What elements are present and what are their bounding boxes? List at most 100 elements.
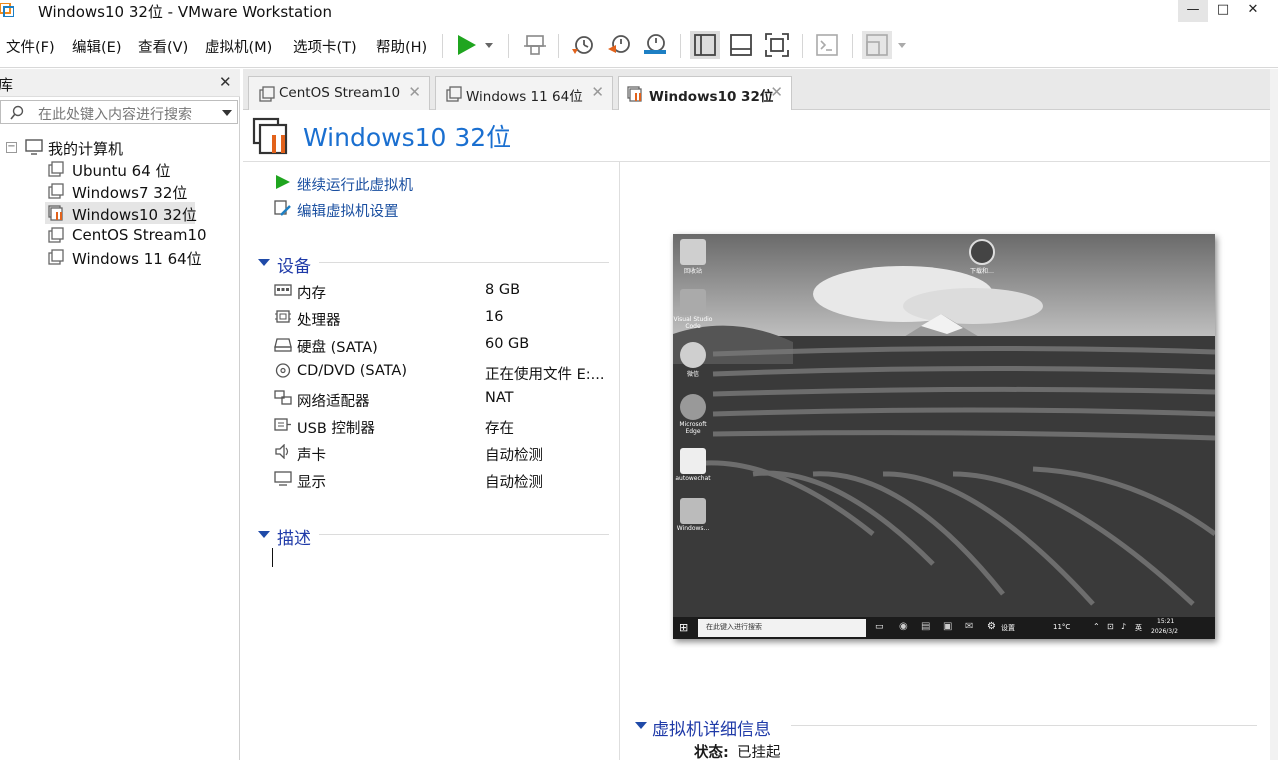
taskbar-search-box[interactable]: 在此键入进行搜索 <box>698 619 866 637</box>
search-input[interactable]: 在此处键入内容进行搜索 <box>38 104 192 124</box>
recycle-bin-icon[interactable] <box>680 239 706 265</box>
snapshot-revert-icon[interactable] <box>604 31 634 59</box>
gear-icon[interactable]: ⚙ <box>987 621 996 632</box>
file-icon[interactable] <box>680 448 706 474</box>
device-name[interactable]: 网络适配器 <box>297 390 370 411</box>
desktop-icon-label: 下载和… <box>969 268 994 275</box>
tree-collapse-toggle[interactable]: − <box>6 142 17 153</box>
library-close-button[interactable]: ✕ <box>219 73 232 91</box>
ime-indicator[interactable]: 英 <box>1135 623 1142 633</box>
wechat-icon[interactable] <box>680 342 706 368</box>
chevron-down-icon[interactable] <box>221 108 233 118</box>
store-icon[interactable]: ▣ <box>943 621 952 632</box>
tree-item-vm-selected[interactable]: Windows10 32位 <box>72 204 197 225</box>
menu-vm[interactable]: 虚拟机(M) <box>205 36 272 57</box>
vm-icon <box>259 86 275 102</box>
memory-icon <box>274 284 292 296</box>
device-name[interactable]: 内存 <box>297 282 326 303</box>
network-icon[interactable]: ⊡ <box>1107 622 1114 631</box>
collapse-triangle-icon[interactable] <box>258 531 270 538</box>
device-name[interactable]: USB 控制器 <box>297 417 375 438</box>
tab-vm-active[interactable]: Windows10 32位 ✕ <box>618 76 792 111</box>
device-value: 正在使用文件 E:... <box>485 367 605 383</box>
tree-item-vm[interactable]: Windows7 32位 <box>72 182 187 203</box>
send-ctrl-alt-del-icon[interactable] <box>520 31 550 59</box>
vm-details-section-title[interactable]: 虚拟机详细信息 <box>652 715 771 740</box>
usb-controller-icon <box>274 418 291 431</box>
tab-close-icon[interactable]: ✕ <box>408 83 421 101</box>
chevron-down-icon[interactable] <box>480 31 498 59</box>
scrollbar[interactable] <box>1270 69 1278 760</box>
app-shortcut-icon[interactable] <box>680 498 706 524</box>
toolbar-separator <box>680 34 681 58</box>
device-name[interactable]: 显示 <box>297 471 326 492</box>
power-on-icon[interactable] <box>452 31 482 59</box>
vm-icon <box>48 183 64 199</box>
vm-screen-thumbnail[interactable]: 回收站 Visual Studio Code 微信 Microsoft Edge… <box>673 234 1215 639</box>
toolbar-separator <box>442 34 443 58</box>
device-name[interactable]: 硬盘 (SATA) <box>297 336 378 357</box>
description-section-title[interactable]: 描述 <box>277 524 311 549</box>
tab-vm[interactable]: CentOS Stream10 ✕ <box>248 76 430 110</box>
snapshot-manager-icon[interactable] <box>640 31 670 59</box>
task-view-icon[interactable]: ▭ <box>875 622 884 632</box>
collapse-triangle-icon[interactable] <box>258 259 270 266</box>
display-icon <box>274 471 292 486</box>
toolbar-separator <box>508 34 509 58</box>
cd-dvd-icon <box>275 363 291 378</box>
vm-icon <box>48 227 64 243</box>
sound-card-icon <box>275 444 289 459</box>
volume-icon[interactable]: ♪ <box>1121 622 1126 631</box>
minimize-button[interactable]: — <box>1178 0 1208 22</box>
clock-time[interactable]: 15:21 <box>1157 618 1174 625</box>
menu-view[interactable]: 查看(V) <box>138 36 188 57</box>
device-name[interactable]: 处理器 <box>297 309 341 330</box>
device-name[interactable]: CD/DVD (SATA) <box>297 363 407 379</box>
hard-disk-icon <box>274 338 292 352</box>
tab-close-icon[interactable]: ✕ <box>770 83 783 101</box>
snapshot-take-icon[interactable] <box>568 31 598 59</box>
tab-vm[interactable]: Windows 11 64位 ✕ <box>435 76 613 110</box>
devices-section-title[interactable]: 设备 <box>277 252 311 277</box>
vm-title: Windows10 32位 <box>303 123 512 152</box>
library-search-box[interactable]: 在此处键入内容进行搜索 <box>0 100 238 124</box>
menu-file[interactable]: 文件(F) <box>6 36 55 57</box>
unity-view-icon[interactable] <box>862 31 892 59</box>
edit-vm-settings-link[interactable]: 编辑虚拟机设置 <box>297 200 399 221</box>
tree-item-vm[interactable]: Windows 11 64位 <box>72 248 202 269</box>
processor-icon <box>275 310 291 323</box>
edge-icon[interactable] <box>680 394 706 420</box>
explorer-icon[interactable]: ▤ <box>921 621 930 632</box>
close-window-button[interactable]: ✕ <box>1238 0 1268 22</box>
clock-date[interactable]: 2026/3/2 <box>1151 628 1178 635</box>
desktop-icon-label: Windows... <box>676 525 710 532</box>
menu-help[interactable]: 帮助(H) <box>376 36 427 57</box>
tree-item-vm[interactable]: Ubuntu 64 位 <box>72 160 171 181</box>
weather-text[interactable]: 11°C <box>1053 623 1070 631</box>
divider <box>319 262 609 263</box>
edge-icon[interactable]: ◉ <box>899 621 908 632</box>
full-screen-icon[interactable] <box>762 31 792 59</box>
collapse-triangle-icon[interactable] <box>635 722 647 729</box>
maximize-button[interactable]: □ <box>1208 0 1238 22</box>
description-textarea[interactable] <box>272 548 273 567</box>
vm-icon <box>446 86 462 102</box>
menu-tabs[interactable]: 选项卡(T) <box>293 36 357 57</box>
console-view-icon[interactable] <box>812 31 842 59</box>
divider <box>319 534 609 535</box>
tree-item-my-computer[interactable]: 我的计算机 <box>48 138 123 159</box>
vscode-icon[interactable] <box>680 289 706 315</box>
device-name[interactable]: 声卡 <box>297 444 326 465</box>
chevron-down-icon[interactable] <box>894 31 910 59</box>
tab-close-icon[interactable]: ✕ <box>591 83 604 101</box>
app-shortcut-icon[interactable] <box>969 239 995 265</box>
resume-vm-link[interactable]: 继续运行此虚拟机 <box>297 174 413 195</box>
mail-icon[interactable]: ✉ <box>965 621 973 632</box>
thumbnail-bar-icon[interactable] <box>726 31 756 59</box>
taskbar-search-placeholder: 在此键入进行搜索 <box>706 623 762 631</box>
show-library-icon[interactable] <box>690 31 720 59</box>
chevron-up-icon[interactable]: ⌃ <box>1093 622 1100 631</box>
menu-edit[interactable]: 编辑(E) <box>72 36 121 57</box>
windows-start-icon[interactable]: ⊞ <box>679 621 688 634</box>
tree-item-vm[interactable]: CentOS Stream10 <box>72 226 207 244</box>
